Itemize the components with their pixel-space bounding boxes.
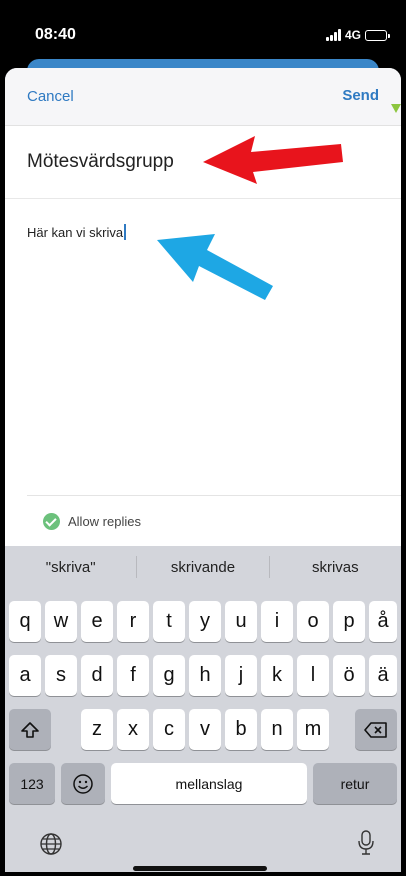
allow-replies-toggle[interactable]: Allow replies (43, 513, 141, 530)
message-input[interactable]: Här kan vi skriva (27, 224, 127, 240)
home-indicator (133, 866, 267, 871)
key[interactable]: e (81, 601, 113, 642)
check-circle-icon[interactable] (43, 513, 60, 530)
key[interactable]: f (117, 655, 149, 696)
key[interactable]: j (225, 655, 257, 696)
key[interactable]: o (297, 601, 329, 642)
key[interactable]: w (45, 601, 77, 642)
key[interactable]: s (45, 655, 77, 696)
suggestion-bar: "skriva" skrivande skrivas (5, 546, 401, 588)
key[interactable]: q (9, 601, 41, 642)
cancel-button[interactable]: Cancel (27, 88, 74, 105)
emoji-icon (73, 773, 93, 794)
key[interactable]: å (369, 601, 397, 642)
status-right: 4G (325, 28, 390, 42)
status-bar: 08:40 4G (5, 4, 401, 64)
key[interactable]: l (297, 655, 329, 696)
key[interactable]: m (297, 709, 329, 750)
compose-header: Cancel Send (5, 68, 401, 126)
key-row-1: q w e r t y u i o p å (5, 601, 401, 643)
return-key[interactable]: retur (313, 763, 397, 804)
suggestion-3[interactable]: skrivas (270, 559, 401, 576)
backspace-key[interactable] (355, 709, 397, 750)
corner-marker (391, 104, 401, 113)
key[interactable]: d (81, 655, 113, 696)
key[interactable]: b (225, 709, 257, 750)
key-row-4: 123 mellanslag retur (5, 763, 401, 805)
key[interactable]: i (261, 601, 293, 642)
key[interactable]: z (81, 709, 113, 750)
key-row-2: a s d f g h j k l ö ä (5, 655, 401, 697)
key[interactable]: x (117, 709, 149, 750)
key[interactable]: g (153, 655, 185, 696)
backspace-icon (364, 721, 387, 738)
space-key[interactable]: mellanslag (111, 763, 307, 804)
divider (5, 198, 401, 199)
key[interactable]: a (9, 655, 41, 696)
key[interactable]: t (153, 601, 185, 642)
text-caret (124, 224, 127, 240)
allow-replies-label: Allow replies (68, 514, 141, 529)
emoji-key[interactable] (61, 763, 105, 804)
network-type: 4G (344, 28, 361, 42)
options-divider (27, 495, 401, 496)
numbers-key[interactable]: 123 (9, 763, 55, 804)
keyboard: "skriva" skrivande skrivas q w e r t y u… (5, 546, 401, 872)
suggestion-1[interactable]: "skriva" (5, 559, 136, 576)
phone-screen: 08:40 4G Cancel Send Mötesvärdsgrupp Här… (5, 4, 401, 872)
key[interactable]: y (189, 601, 221, 642)
key[interactable]: c (153, 709, 185, 750)
group-name[interactable]: Mötesvärdsgrupp (27, 151, 174, 173)
battery-charging-icon (365, 29, 390, 41)
message-text: Här kan vi skriva (27, 225, 124, 240)
key[interactable]: h (189, 655, 221, 696)
signal-icon (325, 29, 341, 41)
suggestion-2[interactable]: skrivande (137, 559, 268, 576)
blue-arrow-annotation (157, 234, 273, 300)
key[interactable]: u (225, 601, 257, 642)
shift-key[interactable] (9, 709, 51, 750)
microphone-icon[interactable] (357, 830, 375, 861)
key-row-5 (5, 826, 401, 868)
status-time: 08:40 (35, 26, 76, 43)
key[interactable]: n (261, 709, 293, 750)
key[interactable]: ö (333, 655, 365, 696)
shift-icon (21, 721, 39, 738)
send-button[interactable]: Send (342, 87, 379, 104)
key[interactable]: r (117, 601, 149, 642)
key[interactable]: p (333, 601, 365, 642)
key[interactable]: v (189, 709, 221, 750)
key-row-3: z x c v b n m (5, 709, 401, 751)
globe-icon[interactable] (39, 832, 63, 861)
key[interactable]: ä (369, 655, 397, 696)
key[interactable]: k (261, 655, 293, 696)
red-arrow-annotation (203, 136, 343, 184)
